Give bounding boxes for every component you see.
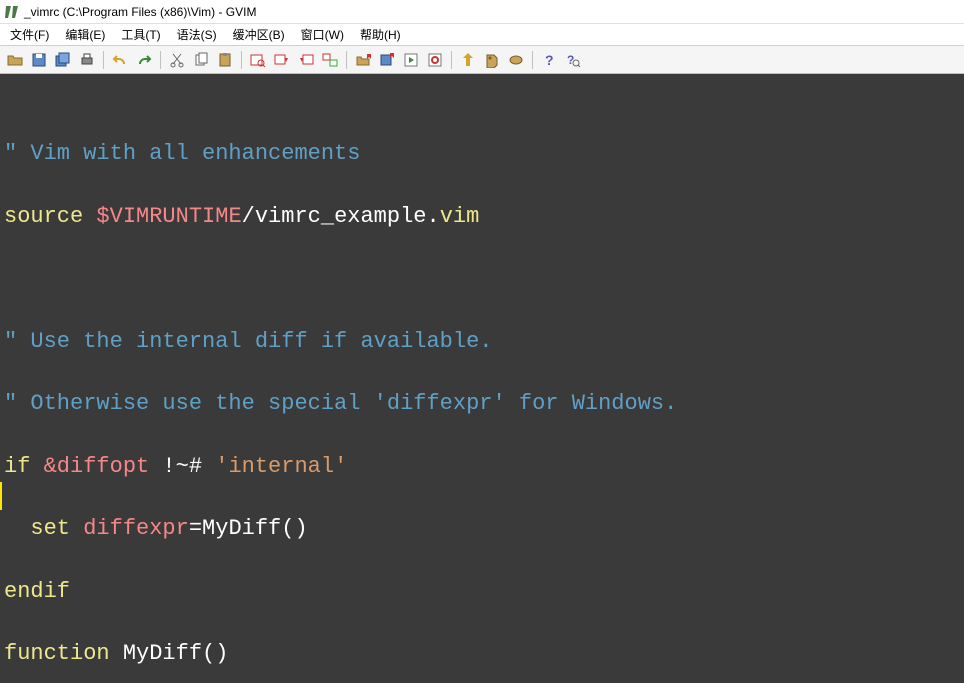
code-line: " Use the internal diff if available. bbox=[4, 326, 960, 357]
separator bbox=[103, 51, 104, 69]
menu-help[interactable]: 帮助(H) bbox=[352, 24, 409, 45]
undo-icon[interactable] bbox=[109, 49, 131, 71]
code-line: endif bbox=[4, 576, 960, 607]
code-line: set diffexpr=MyDiff() bbox=[4, 513, 960, 544]
app-icon bbox=[4, 4, 20, 20]
open-icon[interactable] bbox=[4, 49, 26, 71]
separator bbox=[160, 51, 161, 69]
separator bbox=[451, 51, 452, 69]
code-line: " Otherwise use the special 'diffexpr' f… bbox=[4, 388, 960, 419]
editor-area[interactable]: " Vim with all enhancements source $VIMR… bbox=[0, 74, 964, 683]
ctags-icon[interactable] bbox=[481, 49, 503, 71]
menu-file[interactable]: 文件(F) bbox=[2, 24, 57, 45]
save-icon[interactable] bbox=[28, 49, 50, 71]
replace-icon[interactable] bbox=[319, 49, 341, 71]
separator bbox=[532, 51, 533, 69]
saveall-icon[interactable] bbox=[52, 49, 74, 71]
paste-icon[interactable] bbox=[214, 49, 236, 71]
find-help-icon[interactable]: ? bbox=[562, 49, 584, 71]
menubar: 文件(F) 编辑(E) 工具(T) 语法(S) 缓冲区(B) 窗口(W) 帮助(… bbox=[0, 24, 964, 46]
shell-icon[interactable] bbox=[457, 49, 479, 71]
findnext-icon[interactable] bbox=[271, 49, 293, 71]
separator bbox=[241, 51, 242, 69]
window-title: _vimrc (C:\Program Files (x86)\Vim) - GV… bbox=[24, 5, 256, 19]
run-script-icon[interactable] bbox=[400, 49, 422, 71]
code-line: " Vim with all enhancements bbox=[4, 138, 960, 169]
tags-jump-icon[interactable] bbox=[505, 49, 527, 71]
session-save-icon[interactable] bbox=[376, 49, 398, 71]
menu-syntax[interactable]: 语法(S) bbox=[169, 24, 225, 45]
titlebar: _vimrc (C:\Program Files (x86)\Vim) - GV… bbox=[0, 0, 964, 24]
code-line: if &diffopt !~# 'internal' bbox=[4, 451, 960, 482]
cut-icon[interactable] bbox=[166, 49, 188, 71]
code-line: function MyDiff() bbox=[4, 638, 960, 669]
print-icon[interactable] bbox=[76, 49, 98, 71]
session-load-icon[interactable] bbox=[352, 49, 374, 71]
redo-icon[interactable] bbox=[133, 49, 155, 71]
cursor bbox=[0, 482, 2, 510]
menu-window[interactable]: 窗口(W) bbox=[293, 24, 352, 45]
help-icon[interactable]: ? bbox=[538, 49, 560, 71]
code-line: source $VIMRUNTIME/vimrc_example.vim bbox=[4, 201, 960, 232]
code-line bbox=[4, 263, 960, 294]
menu-tools[interactable]: 工具(T) bbox=[113, 24, 168, 45]
find-icon[interactable] bbox=[247, 49, 269, 71]
svg-text:?: ? bbox=[545, 52, 554, 68]
copy-icon[interactable] bbox=[190, 49, 212, 71]
findprev-icon[interactable] bbox=[295, 49, 317, 71]
toolbar: ? ? bbox=[0, 46, 964, 74]
menu-edit[interactable]: 编辑(E) bbox=[57, 24, 113, 45]
make-icon[interactable] bbox=[424, 49, 446, 71]
separator bbox=[346, 51, 347, 69]
menu-buffers[interactable]: 缓冲区(B) bbox=[225, 24, 293, 45]
